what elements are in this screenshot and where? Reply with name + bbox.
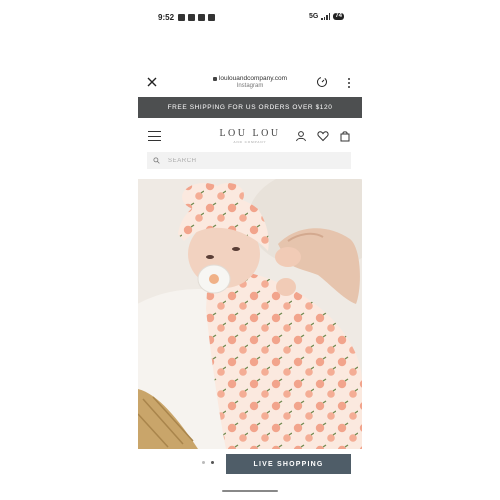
search-icon [153, 157, 160, 164]
wishlist-heart-icon[interactable] [317, 130, 329, 142]
status-bar: 9:52 5G 74 [138, 10, 362, 26]
more-options-icon[interactable] [344, 76, 354, 90]
network-label: 5G [308, 13, 319, 20]
battery-icon: 74 [333, 13, 344, 20]
status-time: 9:52 [158, 13, 175, 22]
search-bar[interactable] [147, 152, 351, 169]
app-icon [198, 14, 205, 21]
logo-tagline: AND COMPANY [233, 140, 267, 144]
close-icon[interactable] [146, 76, 158, 88]
notification-icons [178, 14, 215, 21]
hero-product-image[interactable] [138, 179, 362, 449]
shipping-banner-text: FREE SHIPPING FOR US ORDERS OVER $120 [167, 104, 333, 111]
url-subtitle: Instagram [236, 83, 264, 89]
signal-icon [321, 13, 331, 20]
shopping-bag-icon[interactable] [339, 130, 351, 142]
menu-icon[interactable] [148, 131, 161, 141]
timer-icon[interactable] [316, 76, 328, 88]
carousel-dot[interactable] [202, 461, 205, 464]
site-logo[interactable]: LOU LOU AND COMPANY [208, 128, 292, 144]
url-text: loulouandcompany.com [218, 75, 288, 82]
shipping-banner: FREE SHIPPING FOR US ORDERS OVER $120 [138, 97, 362, 118]
carousel-dots[interactable] [202, 461, 214, 464]
carousel-dot-active[interactable] [211, 461, 214, 464]
live-shopping-button[interactable]: LIVE SHOPPING [226, 454, 351, 474]
search-input[interactable] [168, 157, 328, 164]
logo-text: LOU LOU [219, 128, 281, 139]
settings-icon [188, 14, 195, 21]
home-indicator[interactable] [222, 490, 278, 492]
site-header: LOU LOU AND COMPANY [138, 123, 362, 149]
account-icon[interactable] [295, 130, 307, 142]
square-icon [208, 14, 215, 21]
browser-bar: loulouandcompany.com Instagram [138, 70, 362, 96]
baby-photo [138, 179, 362, 449]
bottom-bar: LIVE SHOPPING [138, 449, 362, 477]
lock-icon [212, 76, 217, 81]
linkedin-icon [178, 14, 185, 21]
status-right: 5G 74 [309, 13, 344, 20]
url-area[interactable]: loulouandcompany.com Instagram [198, 75, 302, 89]
